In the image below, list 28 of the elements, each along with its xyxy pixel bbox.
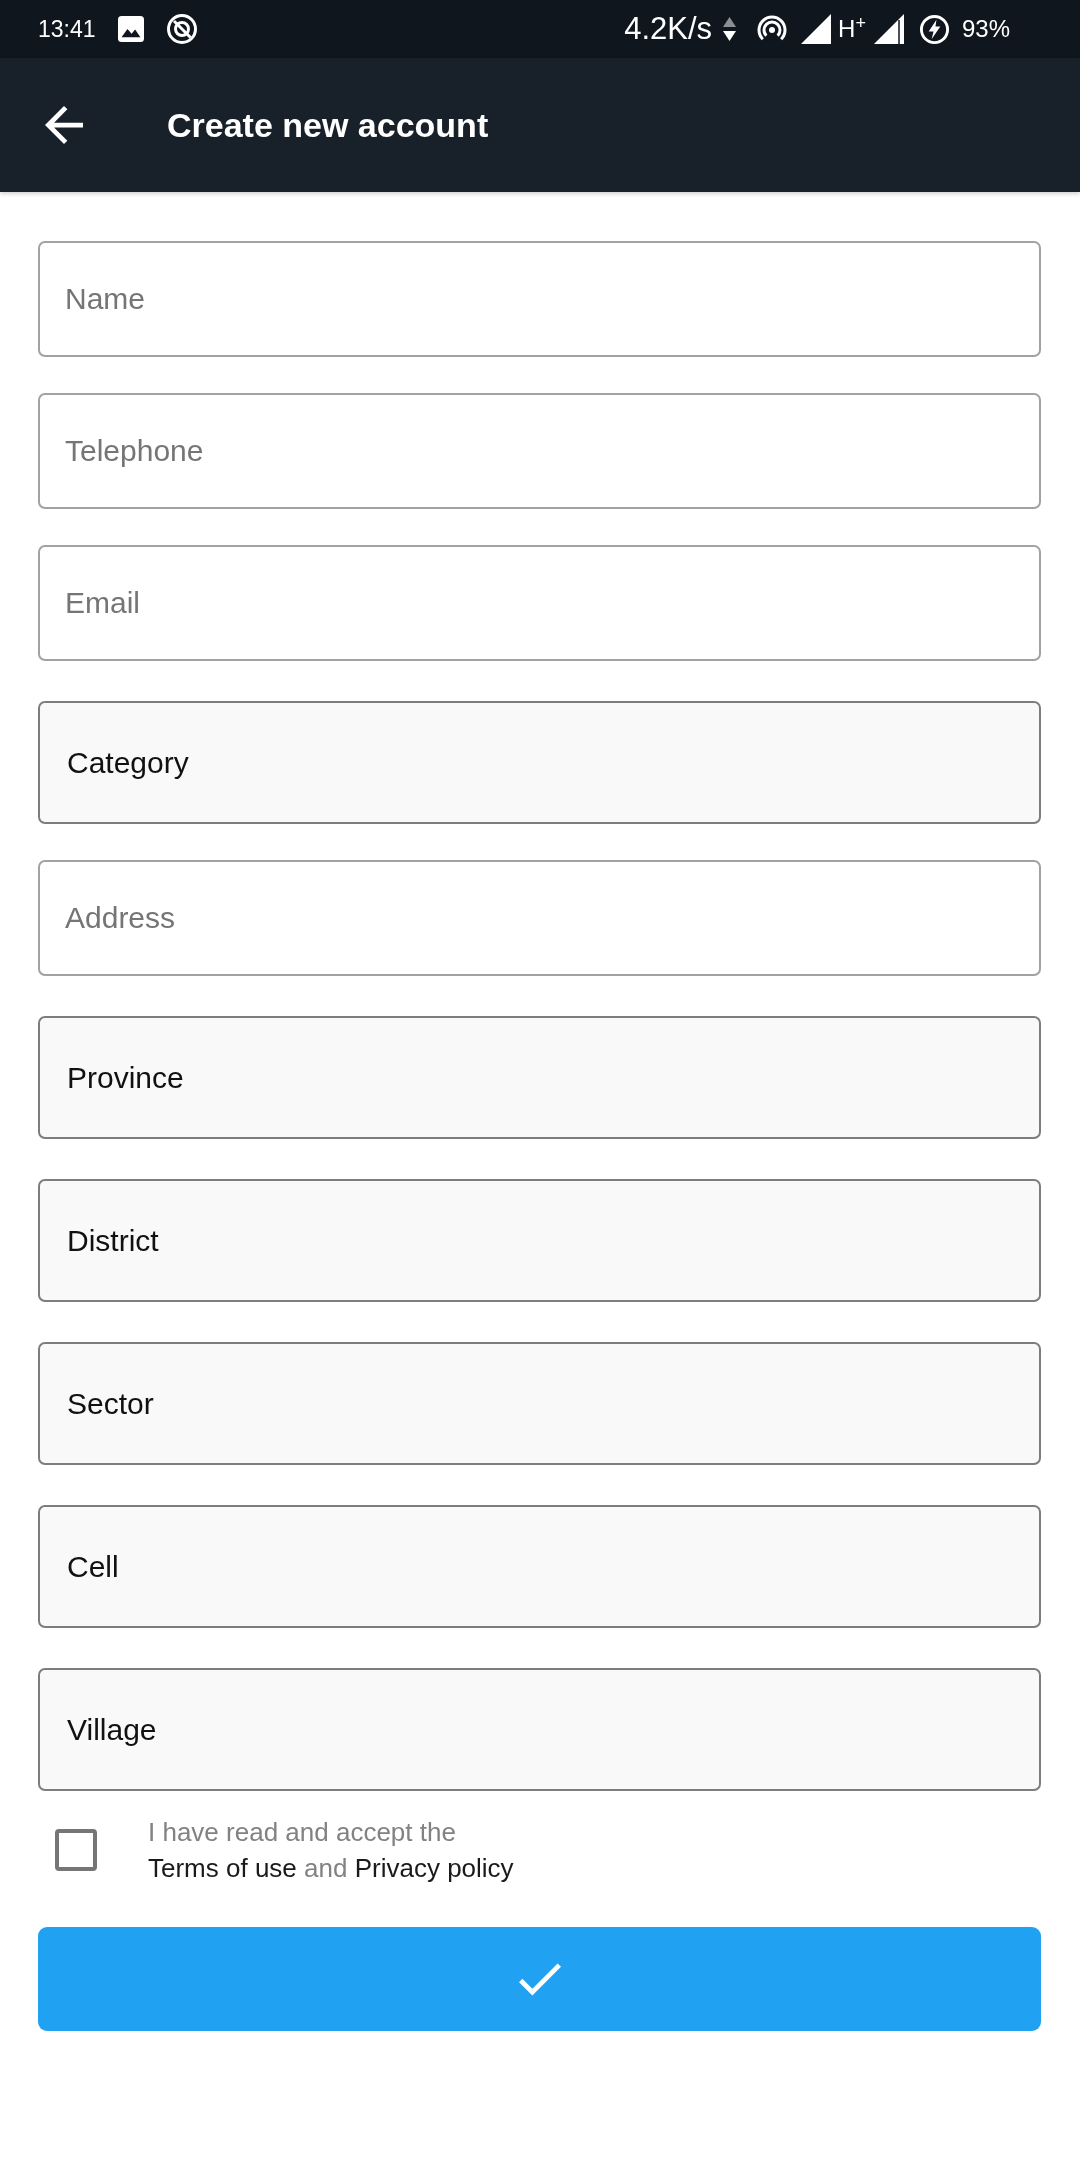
network-type: H$^{+}$ [838, 15, 866, 43]
dropdown[interactable]: Sector [38, 1342, 1041, 1465]
text-input[interactable]: Telephone [38, 393, 1041, 509]
back-arrow-icon[interactable] [45, 106, 83, 144]
dropdown[interactable]: District [38, 1179, 1041, 1302]
text-input[interactable]: Email [38, 545, 1041, 661]
signal-icon [801, 14, 832, 44]
text-input[interactable]: Name [38, 241, 1041, 357]
hotspot-icon [756, 15, 789, 43]
checkbox[interactable] [55, 1829, 97, 1871]
dropdown[interactable]: Province [38, 1016, 1041, 1139]
battery-level: 93% [961, 15, 1010, 43]
dropdown[interactable]: Cell [38, 1505, 1041, 1628]
screen-title: Create new account [167, 105, 489, 145]
check-icon [518, 1962, 561, 1996]
signal-icon [873, 14, 904, 44]
circle-slash-icon [165, 13, 198, 45]
dropdown[interactable]: Village [38, 1668, 1041, 1791]
consent-link[interactable]: Privacy policy [354, 1853, 514, 1883]
dropdown[interactable]: Category [38, 701, 1041, 824]
status-time: 13:41 [38, 15, 96, 43]
consent-link[interactable]: Terms of use [148, 1853, 297, 1883]
consent-text: I have read and accept the Terms of use and Privacy policy [148, 1816, 514, 1885]
up-down-arrows-icon [722, 16, 738, 42]
network-speed: 4.2K/s [624, 11, 713, 47]
lightning-circle-icon [918, 13, 950, 45]
text-input[interactable]: Address [38, 860, 1041, 976]
image-icon [117, 16, 144, 42]
